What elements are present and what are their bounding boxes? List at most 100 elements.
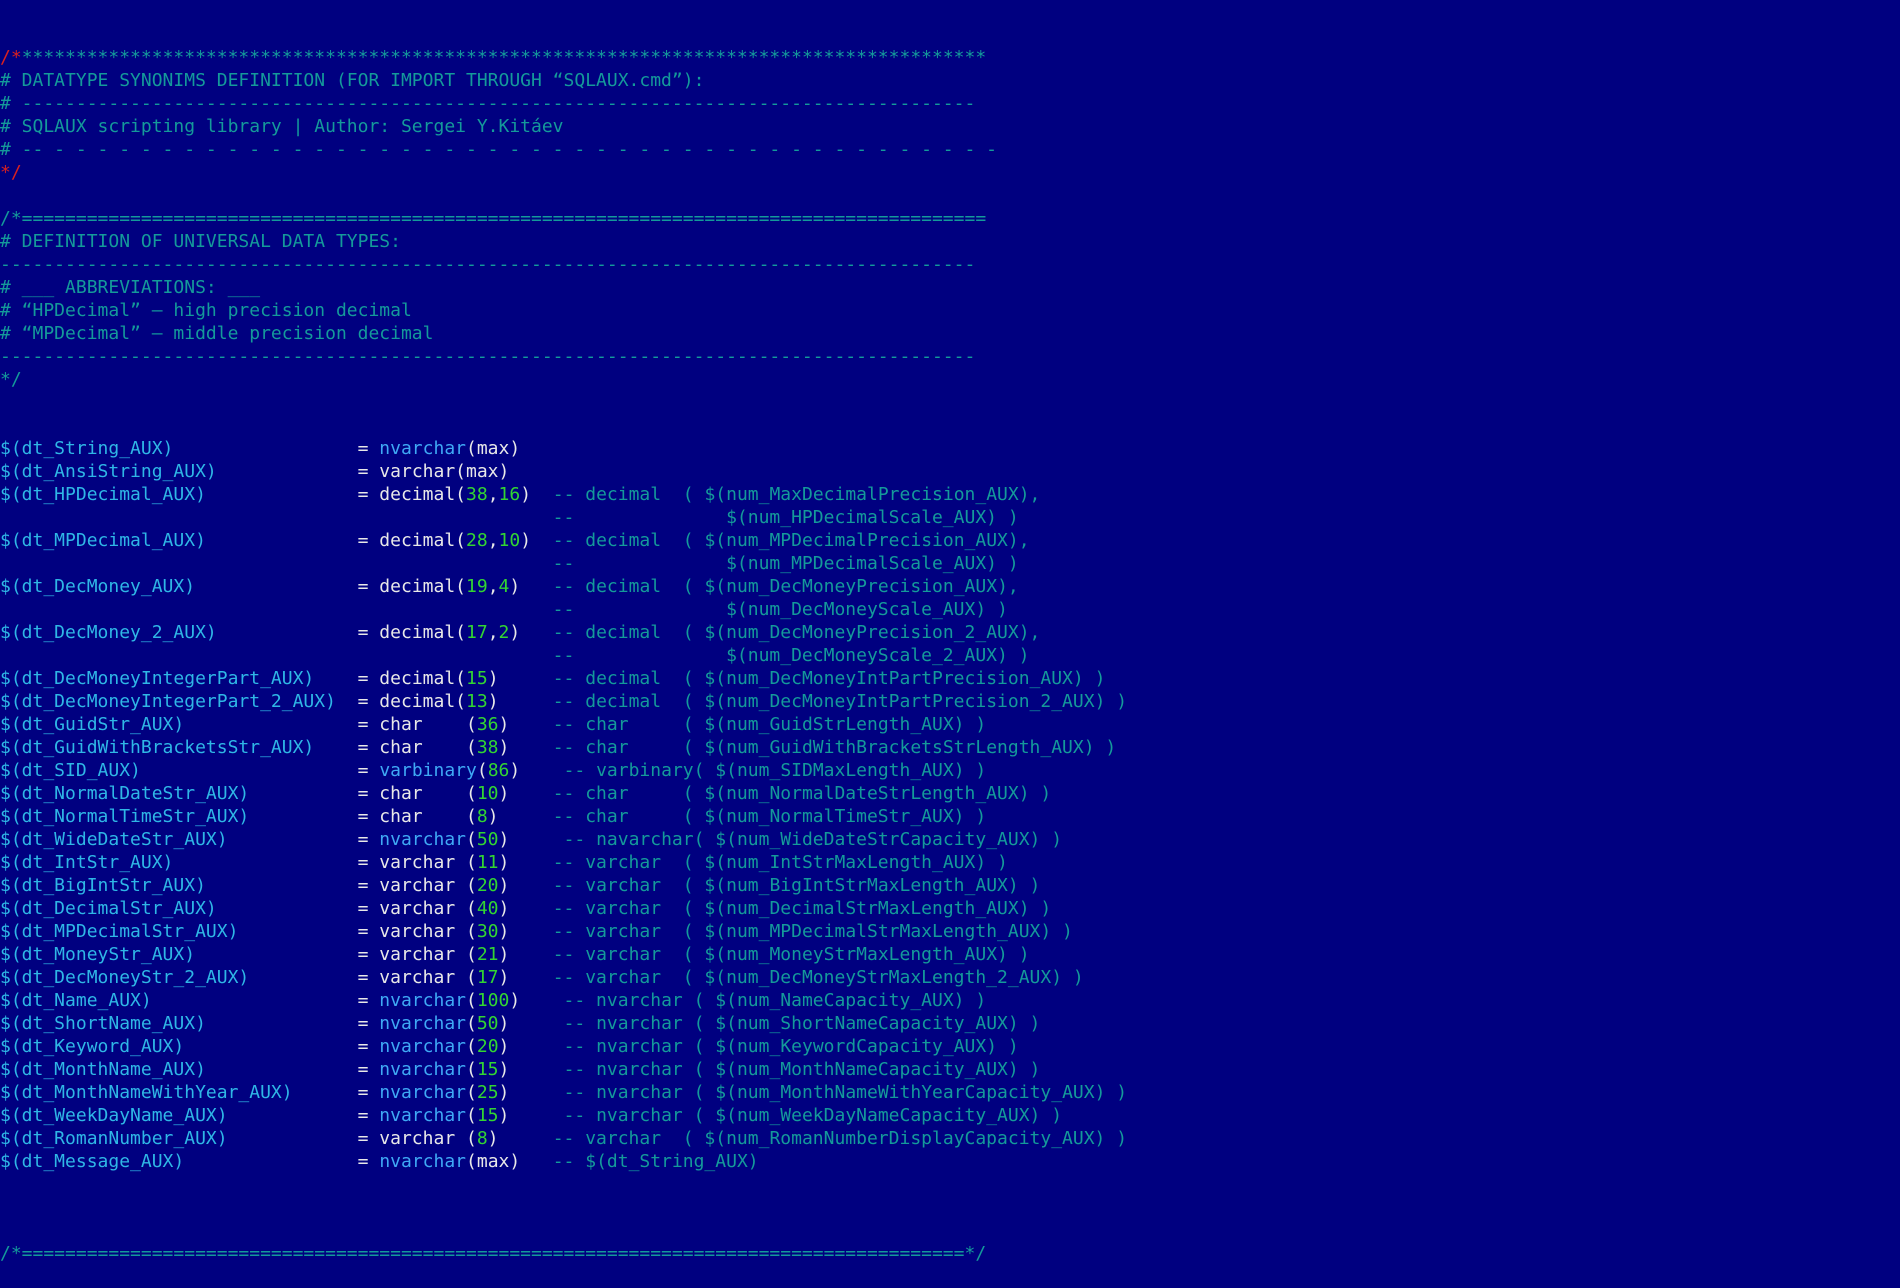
code-token-txt: ) xyxy=(520,484,553,505)
header-line: */ xyxy=(0,161,1900,184)
code-token-cm: -- $(num_DecMoneyScale_2_AUX) ) xyxy=(0,645,1030,666)
definition-line: $(dt_IntStr_AUX) = varchar (11) -- varch… xyxy=(0,851,1900,874)
code-token-var: $(dt_Name_AUX) xyxy=(0,990,152,1011)
code-token-num: 25 xyxy=(476,1082,499,1103)
code-token-var: $(dt_NormalTimeStr_AUX) xyxy=(0,806,250,827)
definition-line: $(dt_HPDecimal_AUX) = decimal(38,16) -- … xyxy=(0,483,1900,506)
definition-line: $(dt_DecimalStr_AUX) = varchar (40) -- v… xyxy=(0,897,1900,920)
code-token-txt: ) xyxy=(498,783,553,804)
code-token-txt: = varchar ( xyxy=(173,852,477,873)
code-token-txt: = char ( xyxy=(184,714,477,735)
code-token-cm: ----------------------------------------… xyxy=(0,254,976,275)
definition-line: $(dt_NormalDateStr_AUX) = char (10) -- c… xyxy=(0,782,1900,805)
footer-comment-block: /*======================================… xyxy=(0,1219,1900,1265)
code-token-var: $(dt_IntStr_AUX) xyxy=(0,852,174,873)
code-token-txt: = xyxy=(205,1013,380,1034)
code-token-txt: ( xyxy=(466,829,477,850)
code-token-txt: ) xyxy=(487,668,553,689)
code-token-red: /* xyxy=(0,47,22,68)
code-token-txt: , xyxy=(487,484,499,505)
code-token-txt: = char ( xyxy=(249,783,477,804)
code-token-num: 100 xyxy=(476,990,510,1011)
code-token-txt: = decimal( xyxy=(335,691,466,712)
code-token-cm: -- char ( $(num_NormalTimeStr_AUX) ) xyxy=(552,806,987,827)
code-token-num: 36 xyxy=(476,714,499,735)
code-token-txt: = xyxy=(151,990,380,1011)
header-line: # “MPDecimal” — middle precision decimal xyxy=(0,322,1900,345)
code-token-txt: = xyxy=(292,1082,380,1103)
code-token-txt: ) xyxy=(498,1082,564,1103)
code-token-txt: ) xyxy=(520,530,553,551)
code-token-var: $(dt_MonthName_AUX) xyxy=(0,1059,206,1080)
code-token-num: 20 xyxy=(476,875,499,896)
code-token-cm: -- $(num_MPDecimalScale_AUX) ) xyxy=(0,553,1019,574)
code-token-var: $(dt_SID_AUX) xyxy=(0,760,141,781)
code-token-cm: -- decimal ( $(num_DecMoneyIntPartPrecis… xyxy=(552,668,1106,689)
code-editor[interactable]: /***************************************… xyxy=(0,0,1900,1264)
code-token-txt: ( xyxy=(476,760,488,781)
code-token-num: 40 xyxy=(476,898,499,919)
code-token-var: $(dt_Keyword_AUX) xyxy=(0,1036,185,1057)
code-token-txt: ) xyxy=(487,806,553,827)
definition-line: $(dt_Name_AUX) = nvarchar(100) -- nvarch… xyxy=(0,989,1900,1012)
code-token-txt: ) xyxy=(498,852,553,873)
code-token-var: $(dt_DecMoney_AUX) xyxy=(0,576,196,597)
code-token-cm: # “MPDecimal” — middle precision decimal xyxy=(0,323,434,344)
code-token-var: $(dt_HPDecimal_AUX) xyxy=(0,484,206,505)
code-token-var: $(dt_String_AUX) xyxy=(0,438,174,459)
definition-line: $(dt_SID_AUX) = varbinary(86) -- varbina… xyxy=(0,759,1900,782)
code-token-txt: ) xyxy=(509,760,564,781)
code-token-cm: -- nvarchar ( $(num_MonthNameWithYearCap… xyxy=(563,1082,1128,1103)
code-token-cm: -- navarchar( $(num_WideDateStrCapacity_… xyxy=(563,829,1063,850)
code-token-var: $(dt_DecMoneyStr_2_AUX) xyxy=(0,967,250,988)
code-token-cm: -- varchar ( $(num_MPDecimalStrMaxLength… xyxy=(552,921,1073,942)
definition-line: $(dt_NormalTimeStr_AUX) = char (8) -- ch… xyxy=(0,805,1900,828)
code-token-cm: -- nvarchar ( $(num_NameCapacity_AUX) ) xyxy=(563,990,987,1011)
code-token-txt: , xyxy=(487,622,499,643)
code-token-txt: ) xyxy=(498,875,553,896)
code-token-cm: # --------------------------------------… xyxy=(0,93,976,114)
code-token-txt: = varchar ( xyxy=(249,967,477,988)
code-token-cm: -- nvarchar ( $(num_MonthNameCapacity_AU… xyxy=(563,1059,1041,1080)
definition-line: -- $(num_MPDecimalScale_AUX) ) xyxy=(0,552,1900,575)
code-token-num: 8 xyxy=(476,806,488,827)
code-token-txt: ) xyxy=(498,737,553,758)
code-token-num: 10 xyxy=(498,530,521,551)
definition-line: $(dt_MonthNameWithYear_AUX) = nvarchar(2… xyxy=(0,1081,1900,1104)
code-token-num: 50 xyxy=(476,1013,499,1034)
code-token-cm: -- char ( $(num_GuidWithBracketsStrLengt… xyxy=(552,737,1117,758)
code-token-num: 17 xyxy=(476,967,499,988)
code-token-cm: -- $(num_DecMoneyScale_AUX) ) xyxy=(0,599,1008,620)
code-token-txt: ) xyxy=(509,990,564,1011)
definition-line: $(dt_DecMoney_2_AUX) = decimal(17,2) -- … xyxy=(0,621,1900,644)
code-token-txt: = varchar ( xyxy=(195,944,477,965)
code-token-cm: /*======================================… xyxy=(0,208,987,229)
code-token-var: $(dt_NormalDateStr_AUX) xyxy=(0,783,250,804)
code-token-txt: ) xyxy=(498,1105,564,1126)
definition-line: $(dt_GuidStr_AUX) = char (36) -- char ( … xyxy=(0,713,1900,736)
code-token-var: $(dt_DecMoney_2_AUX) xyxy=(0,622,217,643)
code-token-cm: */ xyxy=(0,369,22,390)
code-token-txt: ( xyxy=(466,990,477,1011)
code-token-cm: /*======================================… xyxy=(0,1243,987,1264)
code-token-cm: ----------------------------------------… xyxy=(0,346,976,367)
code-token-cm: -- varchar ( $(num_BigIntStrMaxLength_AU… xyxy=(552,875,1041,896)
code-token-txt: ) xyxy=(498,921,553,942)
definition-line: $(dt_Message_AUX) = nvarchar(max) -- $(d… xyxy=(0,1150,1900,1173)
code-token-kw: nvarchar xyxy=(379,1036,467,1057)
code-token-num: 38 xyxy=(466,484,488,505)
definition-line: $(dt_WeekDayName_AUX) = nvarchar(15) -- … xyxy=(0,1104,1900,1127)
code-token-num: 2 xyxy=(498,622,510,643)
code-token-txt: ) xyxy=(498,944,553,965)
code-token-kw: nvarchar xyxy=(379,1082,467,1103)
code-token-txt: ) xyxy=(487,1128,553,1149)
definition-line: $(dt_GuidWithBracketsStr_AUX) = char (38… xyxy=(0,736,1900,759)
code-token-kw: nvarchar xyxy=(379,1059,466,1080)
code-token-cm: -- nvarchar ( $(num_ShortNameCapacity_AU… xyxy=(563,1013,1041,1034)
code-token-cm: -- nvarchar ( $(num_KeywordCapacity_AUX)… xyxy=(563,1036,1019,1057)
code-token-cm: -- varchar ( $(num_DecimalStrMaxLength_A… xyxy=(552,898,1052,919)
code-token-var: $(dt_WideDateStr_AUX) xyxy=(0,829,228,850)
header-line: # “HPDecimal” — high precision decimal xyxy=(0,299,1900,322)
code-token-num: 17 xyxy=(466,622,488,643)
code-token-cm: # -- - - - - - - - - - - - - - - - - - -… xyxy=(0,139,997,160)
